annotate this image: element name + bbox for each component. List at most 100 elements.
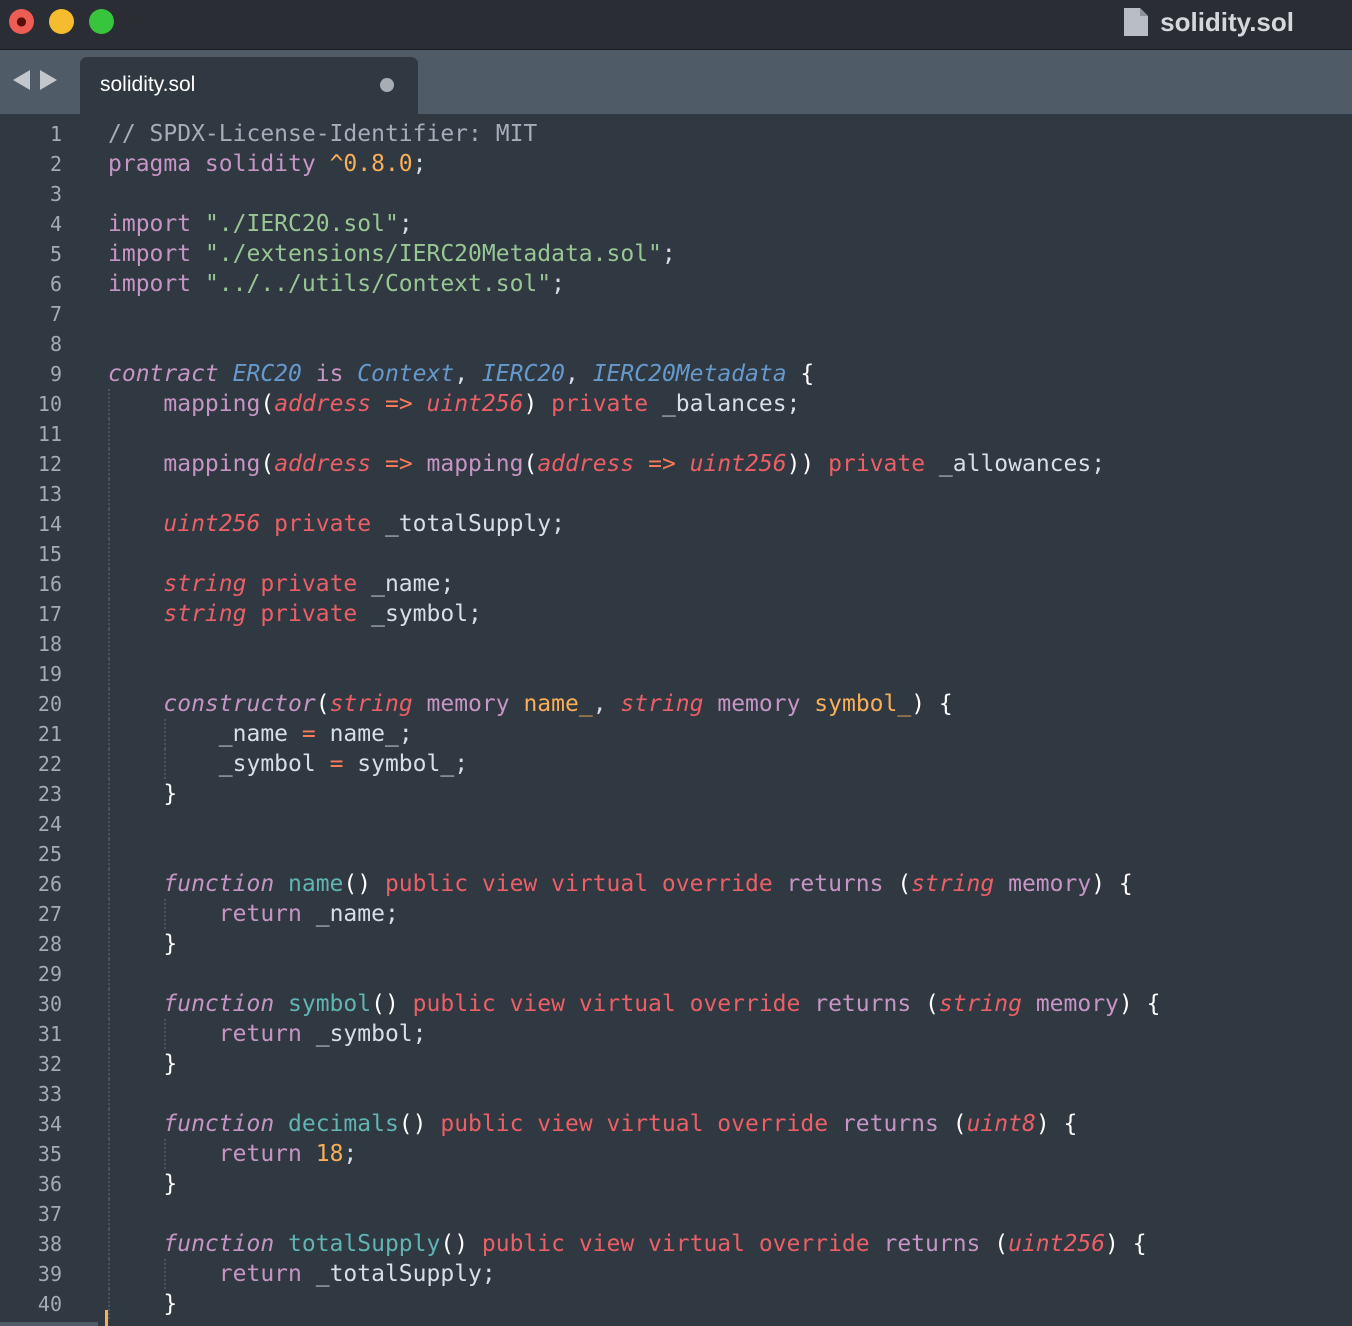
code-line[interactable] [108,479,1352,509]
code-editor[interactable]: 1 2 3 4 5 6 7 8 9 10 11 12 13 14 15 16 17 18 19 20 21 22 23 24 2… [0,114,1352,1326]
code-line[interactable]: } [108,1049,1352,1079]
code-token: ) { [1118,991,1161,1017]
code-line[interactable] [108,419,1352,449]
code-token: import [108,211,205,237]
code-line[interactable] [108,839,1352,869]
code-line[interactable] [108,329,1352,359]
maximize-window-button[interactable] [89,9,114,34]
code-line[interactable]: } [108,929,1352,959]
line-number: 26 [37,872,62,896]
code-line[interactable]: mapping(address => uint256) private _bal… [108,389,1352,419]
code-line[interactable] [108,299,1352,329]
window-title-text: solidity.sol [1160,6,1294,37]
indent-guide [108,719,110,749]
code-line[interactable]: mapping(address => mapping(address => ui… [108,449,1352,479]
code-line[interactable]: return _totalSupply; [108,1259,1352,1289]
code-line[interactable]: string private _symbol; [108,599,1352,629]
code-line[interactable] [108,659,1352,689]
code-token: ( [952,1111,967,1137]
code-token: ( [523,451,538,477]
code-line[interactable]: return _name; [108,899,1352,929]
tab-solidity-sol[interactable]: solidity.sol [80,57,418,114]
code-line[interactable] [108,1199,1352,1229]
code-token: _allowances; [938,451,1106,477]
code-line[interactable]: function name() public view virtual over… [108,869,1352,899]
indent-guide [108,1289,110,1319]
indent-guide [108,449,110,479]
indent-guide [164,1259,166,1289]
code-line[interactable]: import "../../utils/Context.sol"; [108,269,1352,299]
code-line[interactable]: contract ERC20 is Context, IERC20, IERC2… [108,359,1352,389]
code-token: _name [108,721,302,747]
code-line[interactable]: import "./IERC20.sol"; [108,209,1352,239]
close-window-button[interactable]: ● [9,9,34,34]
line-number: 37 [37,1202,62,1226]
line-number: 24 [37,812,62,836]
line-number: 10 [37,392,62,416]
indent-guide [108,1019,110,1049]
code-token: symbol_; [343,751,469,777]
minimize-window-button[interactable] [49,9,74,34]
title-bar: ● solidity.sol [0,0,1352,50]
line-number-gutter: 1 2 3 4 5 6 7 8 9 10 11 12 13 14 15 16 17 18 19 20 21 22 23 24 2… [0,119,62,1319]
code-line[interactable]: uint256 private _totalSupply; [108,509,1352,539]
code-line[interactable] [108,1079,1352,1109]
code-token: public view virtual override [426,1111,842,1137]
code-token: ) { [1105,1231,1147,1257]
line-number: 19 [37,662,62,686]
indent-guide [108,1139,110,1169]
line-number: 15 [37,542,62,566]
code-line[interactable] [108,959,1352,989]
indent-guide [108,899,110,929]
code-token: ( [260,391,275,417]
unsaved-dot-icon[interactable] [380,78,394,92]
code-line[interactable]: string private _name; [108,569,1352,599]
code-line[interactable]: } [108,779,1352,809]
code-line[interactable]: return 18; [108,1139,1352,1169]
code-line[interactable] [108,629,1352,659]
indent-guide [108,1169,110,1199]
line-number: 34 [37,1112,62,1136]
code-token: ( [315,691,330,717]
code-token: function [163,1231,289,1257]
code-token: } [163,1291,178,1317]
code-token: public view virtual override [371,871,787,897]
code-token: => [371,391,427,417]
code-line[interactable] [108,539,1352,569]
line-number: 16 [37,572,62,596]
code-line[interactable]: constructor(string memory name_, string … [108,689,1352,719]
code-line[interactable]: function decimals() public view virtual … [108,1109,1352,1139]
code-line[interactable]: _name = name_; [108,719,1352,749]
code-line[interactable] [108,179,1352,209]
code-token: , [592,691,621,717]
code-area[interactable]: // SPDX-License-Identifier: MIT pragma so… [108,119,1352,1319]
code-line[interactable]: pragma solidity ^0.8.0; [108,149,1352,179]
back-arrow-icon[interactable] [13,70,30,90]
code-line[interactable]: function symbol() public view virtual ov… [108,989,1352,1019]
forward-arrow-icon[interactable] [40,70,57,90]
code-token: return [218,1261,316,1287]
code-line[interactable] [108,809,1352,839]
code-line[interactable]: _symbol = symbol_; [108,749,1352,779]
code-token: } [163,931,178,957]
code-line[interactable]: function totalSupply() public view virtu… [108,1229,1352,1259]
code-line[interactable]: } [108,1289,1352,1319]
indent-guide [108,1199,110,1229]
code-token: function [163,991,289,1017]
line-number: 39 [37,1262,62,1286]
code-line[interactable]: } [108,1169,1352,1199]
code-token: private [246,601,372,627]
code-token: name_ [523,691,593,717]
code-token: returns [841,1111,953,1137]
code-line[interactable]: return _symbol; [108,1019,1352,1049]
code-line[interactable]: import "./extensions/IERC20Metadata.sol"… [108,239,1352,269]
code-token: "./extensions/IERC20Metadata.sol" [204,241,662,267]
code-line[interactable]: // SPDX-License-Identifier: MIT [108,119,1352,149]
code-token: mapping [163,391,261,417]
